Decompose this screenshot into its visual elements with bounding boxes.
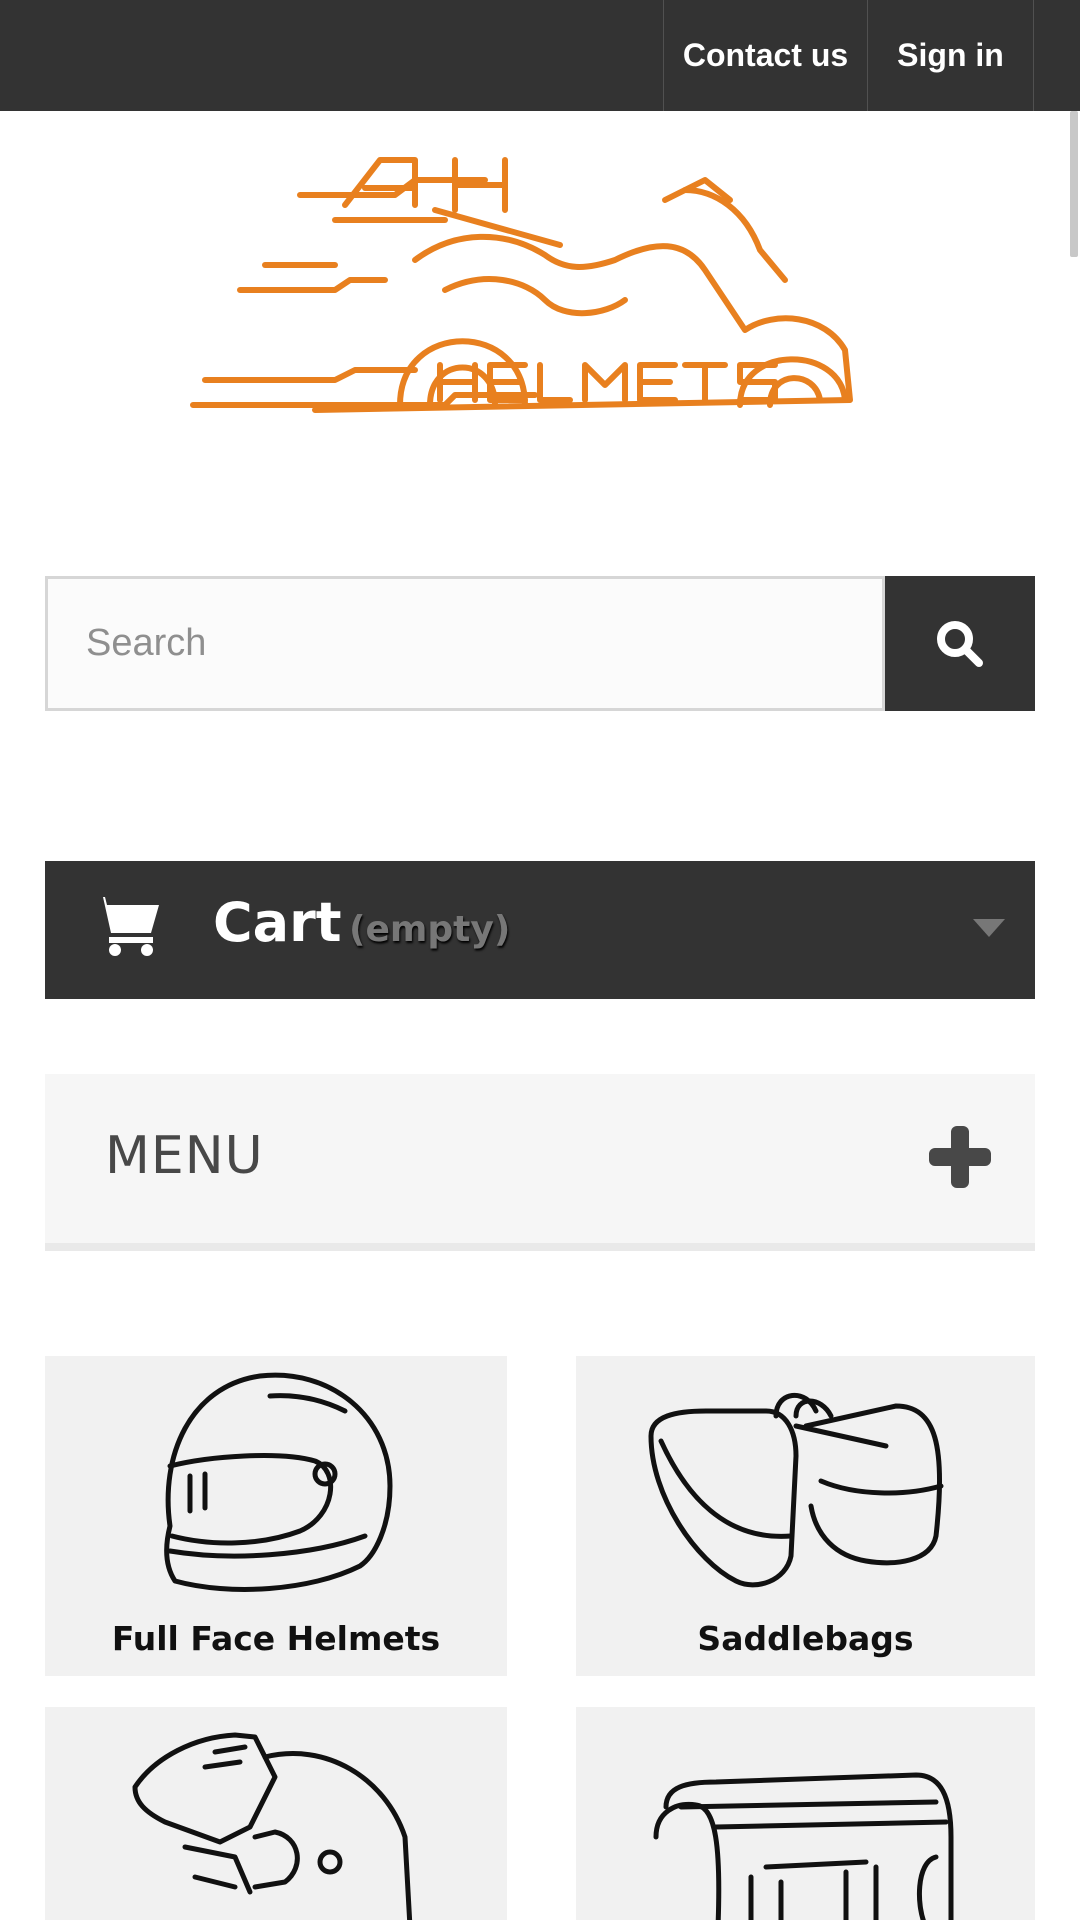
search-input[interactable]	[45, 576, 885, 711]
page-scrollbar[interactable]	[1068, 111, 1080, 1920]
search-button[interactable]	[885, 576, 1035, 711]
category-label: Full Face Helmets	[111, 1619, 441, 1658]
menu-toggle[interactable]: MENU	[45, 1074, 1035, 1251]
cart-status: (empty)	[349, 909, 511, 950]
top-navigation-bar: Contact us Sign in	[0, 0, 1080, 111]
site-logo[interactable]	[185, 150, 905, 435]
duffel-bag-icon	[653, 1772, 954, 1920]
search-bar	[45, 576, 1035, 711]
contact-us-link[interactable]: Contact us	[664, 0, 868, 111]
header-nav: Contact us Sign in	[663, 0, 1034, 111]
plus-icon	[929, 1126, 991, 1188]
cart-block[interactable]: Cart (empty)	[45, 861, 1035, 999]
chevron-down-icon	[973, 919, 1005, 937]
menu-label: MENU	[105, 1126, 264, 1186]
category-tile-saddlebags[interactable]: Saddlebags	[576, 1356, 1035, 1676]
category-label: Saddlebags	[697, 1619, 914, 1658]
scrollbar-thumb[interactable]	[1070, 111, 1078, 257]
modular-helmet-icon	[132, 1732, 413, 1920]
cart-label: Cart	[213, 891, 342, 954]
sign-in-link[interactable]: Sign in	[868, 0, 1034, 111]
full-face-helmet-icon	[164, 1372, 393, 1592]
category-tile-modular-helmets[interactable]	[45, 1707, 507, 1920]
search-icon	[937, 620, 983, 667]
saddlebags-icon	[648, 1392, 944, 1588]
shopping-cart-icon	[91, 897, 159, 956]
category-tile-bags[interactable]	[576, 1707, 1035, 1920]
category-tile-full-face-helmets[interactable]: Full Face Helmets	[45, 1356, 507, 1676]
